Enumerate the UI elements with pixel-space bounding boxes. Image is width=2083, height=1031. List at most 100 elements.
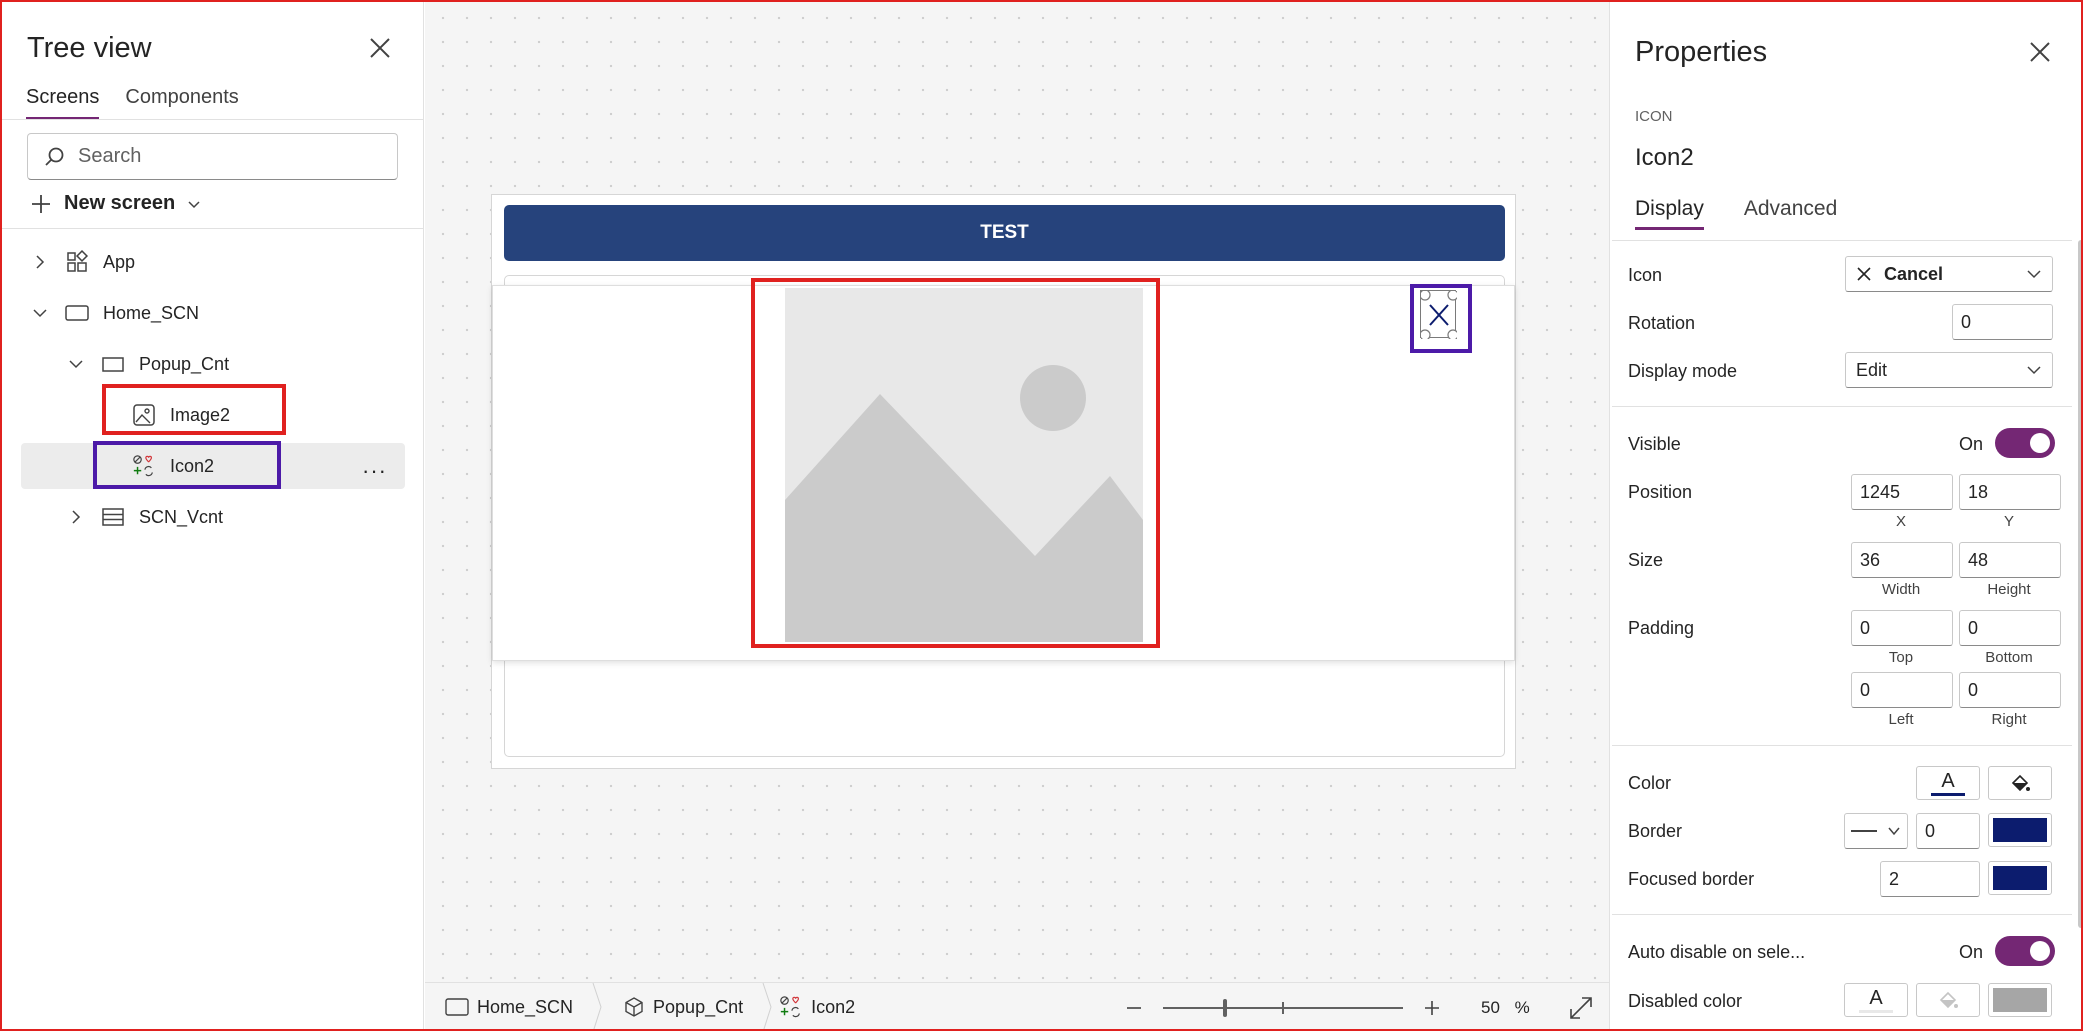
- tab-components[interactable]: Components: [125, 86, 238, 120]
- disabled-border-color-button[interactable]: [1988, 983, 2052, 1017]
- border-thickness-input[interactable]: [1916, 813, 1980, 849]
- tree-node-app[interactable]: App: [31, 240, 135, 284]
- tree-node-popup-cnt[interactable]: Popup_Cnt: [67, 342, 229, 386]
- font-color-icon: A: [1941, 769, 1955, 792]
- zoom-value: 50: [1481, 997, 1500, 1017]
- disabled-color-label: Disabled color: [1628, 991, 1743, 1011]
- more-options-button[interactable]: ···: [362, 458, 387, 484]
- tab-advanced[interactable]: Advanced: [1744, 197, 1837, 230]
- width-caption: Width: [1881, 581, 1921, 598]
- disabled-fill-color-button[interactable]: [1916, 983, 1980, 1017]
- paint-bucket-icon: [1939, 991, 1958, 1009]
- expand-icon[interactable]: [1568, 995, 1594, 1021]
- zoom-in-icon[interactable]: [1423, 999, 1441, 1017]
- auto-disable-state: On: [1959, 942, 1984, 962]
- highlight-box-blue: [1410, 284, 1472, 353]
- border-label: Border: [1628, 821, 1683, 841]
- size-height-input[interactable]: [1959, 542, 2061, 578]
- padding-bottom-input[interactable]: [1959, 610, 2061, 646]
- fill-color-button[interactable]: [1988, 766, 2052, 800]
- close-icon[interactable]: [2026, 38, 2054, 66]
- search-box[interactable]: [27, 133, 398, 180]
- divider: [1612, 745, 2072, 746]
- new-screen-button[interactable]: New screen: [30, 192, 201, 215]
- properties-tabs: Display Advanced: [1635, 197, 1837, 230]
- highlight-box-red: [751, 278, 1160, 648]
- display-mode-value: Edit: [1856, 359, 1888, 380]
- chevron-right-icon[interactable]: [31, 253, 49, 271]
- padding-left-input[interactable]: [1851, 672, 1953, 708]
- auto-disable-label: Auto disable on sele...: [1628, 942, 1806, 962]
- tree-node-label: Popup_Cnt: [139, 353, 230, 374]
- x-caption: X: [1895, 513, 1906, 530]
- divider: [1612, 914, 2072, 915]
- plus-icon: [32, 194, 50, 213]
- header-bar[interactable]: TEST: [504, 205, 1505, 261]
- size-width-input[interactable]: [1851, 542, 1953, 578]
- position-y-input[interactable]: [1959, 474, 2061, 510]
- tab-display[interactable]: Display: [1635, 197, 1704, 230]
- icon-dropdown[interactable]: Cancel: [1845, 256, 2053, 292]
- chevron-down-icon[interactable]: [67, 355, 85, 373]
- paint-bucket-icon: [2011, 774, 2030, 792]
- text-color-button[interactable]: A: [1916, 766, 1980, 800]
- tree-tabs: Screens Components: [26, 86, 239, 120]
- padding-right-input[interactable]: [1959, 672, 2061, 708]
- chevron-down-icon[interactable]: [31, 304, 49, 322]
- border-style-dropdown[interactable]: [1844, 813, 1908, 849]
- border-color-button[interactable]: [1988, 813, 2052, 847]
- size-label: Size: [1628, 550, 1664, 570]
- tree-node-home-scn[interactable]: Home_SCN: [31, 291, 199, 335]
- focused-border-input[interactable]: [1880, 861, 1980, 897]
- zoom-controls: 50 %: [1125, 983, 1594, 1031]
- border-color-swatch: [1993, 818, 2047, 842]
- position-x-input[interactable]: [1851, 474, 1953, 510]
- new-screen-label: New screen: [64, 192, 176, 214]
- breadcrumb-popup-cnt[interactable]: Popup_Cnt: [603, 983, 761, 1031]
- tab-screens[interactable]: Screens: [26, 86, 100, 120]
- breadcrumb-home-scn[interactable]: Home_SCN: [425, 983, 591, 1031]
- display-mode-label: Display mode: [1628, 361, 1738, 381]
- font-color-swatch: [1931, 792, 1965, 796]
- tree-view-panel: Tree view Screens Components New screen …: [0, 0, 424, 1031]
- focused-border-color-button[interactable]: [1988, 861, 2052, 895]
- rotation-input[interactable]: [1952, 304, 2053, 340]
- tree-view-title: Tree view: [27, 32, 152, 64]
- color-label: Color: [1628, 773, 1672, 793]
- tree-node-label: SCN_Vcnt: [139, 506, 224, 527]
- zoom-slider[interactable]: [1163, 998, 1403, 1018]
- auto-disable-toggle[interactable]: [1995, 936, 2055, 966]
- highlight-box-blue: [93, 441, 281, 489]
- left-caption: Left: [1888, 711, 1914, 728]
- chevron-down-icon: [1888, 827, 1900, 836]
- control-name[interactable]: Icon2: [1635, 144, 1694, 172]
- icon-label: Icon: [1628, 265, 1663, 285]
- visible-toggle[interactable]: [1995, 428, 2055, 458]
- visible-label: Visible: [1628, 434, 1681, 454]
- close-icon[interactable]: [366, 34, 394, 62]
- padding-top-input[interactable]: [1851, 610, 1953, 646]
- properties-panel: Properties ICON Icon2 Display Advanced I…: [1609, 0, 2083, 1031]
- visible-state: On: [1959, 434, 1984, 454]
- chevron-right-icon[interactable]: [67, 508, 85, 526]
- search-input[interactable]: [78, 145, 378, 168]
- container-icon: [101, 352, 125, 376]
- tree-node-scn-vcnt[interactable]: SCN_Vcnt: [67, 495, 223, 539]
- breadcrumb-icon2[interactable]: Icon2: [773, 983, 873, 1031]
- height-caption: Height: [1987, 581, 2031, 598]
- focused-border-label: Focused border: [1628, 869, 1755, 889]
- disabled-text-color-button[interactable]: A: [1844, 983, 1908, 1017]
- properties-title: Properties: [1635, 36, 1768, 68]
- cancel-icon: [1857, 267, 1871, 281]
- zoom-slider-thumb[interactable]: [1223, 998, 1227, 1017]
- properties-scrollbar[interactable]: [2078, 240, 2083, 928]
- display-mode-dropdown[interactable]: Edit: [1845, 352, 2053, 388]
- y-caption: Y: [2003, 513, 2014, 530]
- divider: [1612, 406, 2072, 407]
- chevron-down-icon: [2027, 366, 2041, 375]
- tree-node-label: App: [103, 251, 136, 272]
- bottom-caption: Bottom: [1985, 649, 2033, 666]
- zoom-out-icon[interactable]: [1125, 999, 1143, 1017]
- top-caption: Top: [1888, 649, 1914, 666]
- status-bar: Home_SCN Popup_Cnt Icon2 50 %: [425, 982, 1609, 1031]
